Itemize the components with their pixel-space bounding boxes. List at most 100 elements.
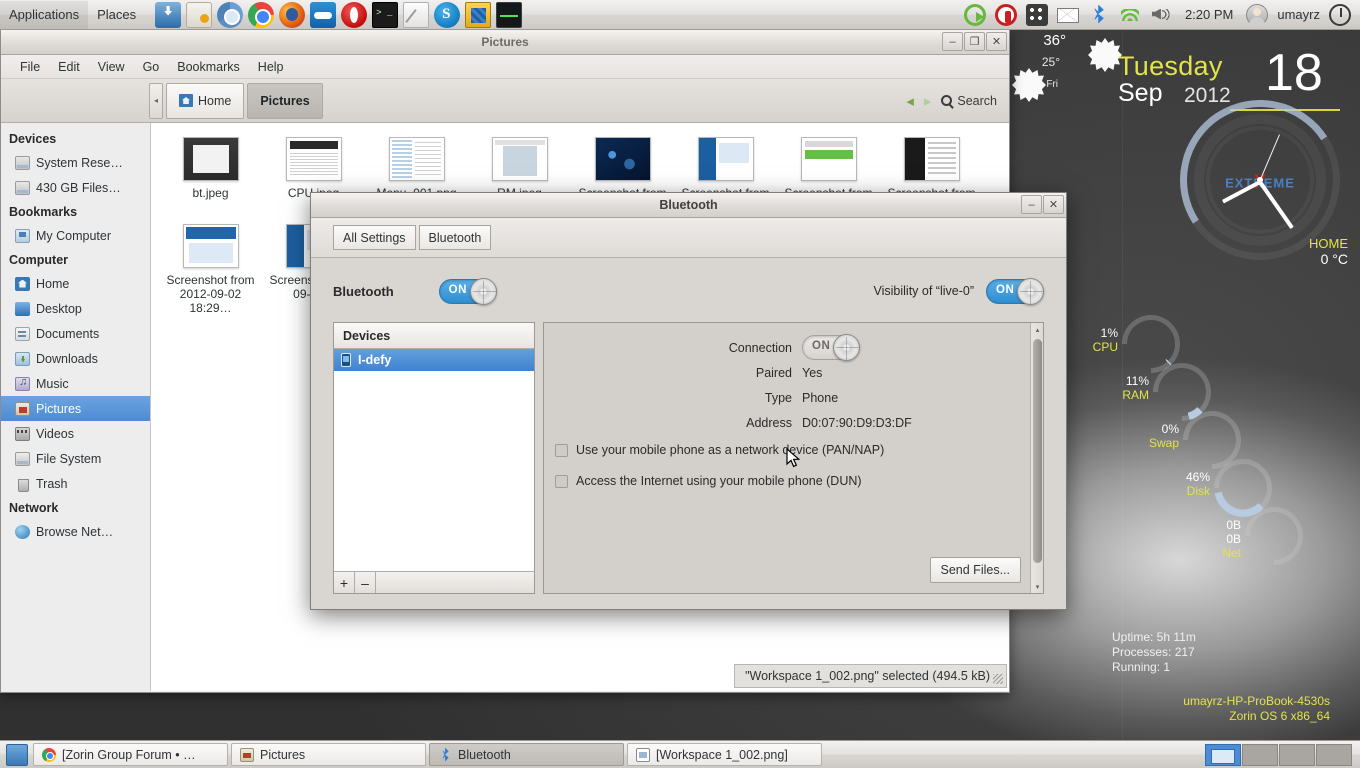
bluetooth-power-toggle[interactable]: ON <box>438 277 497 305</box>
software-center-icon[interactable] <box>186 1 213 28</box>
panel-menu-places[interactable]: Places <box>88 1 145 29</box>
back-arrow-icon[interactable]: ◂ <box>906 92 914 110</box>
sidebar-item-label: 430 GB Files… <box>36 180 121 195</box>
add-device-button[interactable]: + <box>334 572 355 593</box>
text-editor-icon[interactable] <box>403 1 430 28</box>
workspace-3[interactable] <box>1279 743 1315 766</box>
show-desktop-button[interactable] <box>6 743 28 766</box>
skype-icon[interactable] <box>434 1 461 28</box>
teamviewer-icon[interactable] <box>310 1 337 28</box>
shutdown-icon[interactable] <box>994 3 1017 26</box>
file-manager-pathbar: ◂ Home Pictures ◂ ▸ Search <box>1 79 1009 123</box>
download-manager-icon[interactable] <box>155 1 182 28</box>
user-avatar-icon[interactable] <box>1246 3 1269 26</box>
restart-icon[interactable] <box>963 3 986 26</box>
sidebar-item-desktop[interactable]: Desktop <box>1 296 150 321</box>
maximize-button[interactable]: ❐ <box>964 32 985 51</box>
bluetooth-power-state: ON <box>448 283 467 296</box>
menu-help[interactable]: Help <box>249 58 293 76</box>
bluetooth-close-button[interactable]: ✕ <box>1043 195 1064 214</box>
sidebar-item-label: Trash <box>36 476 68 491</box>
file-thumbnail <box>697 137 754 181</box>
firefox-icon[interactable] <box>279 1 306 28</box>
sidebar-item-trash[interactable]: Trash <box>1 471 150 496</box>
file-item[interactable]: bt.jpeg <box>159 133 262 220</box>
panel-clock[interactable]: 2:20 PM <box>1181 7 1237 22</box>
detail-row-type: Type Phone <box>544 385 1024 410</box>
volume-icon[interactable] <box>1150 4 1172 26</box>
resize-grip[interactable] <box>993 674 1003 684</box>
sidebar-item-videos[interactable]: Videos <box>1 421 150 446</box>
panel-username[interactable]: umayrz <box>1277 7 1320 22</box>
details-scrollbar[interactable]: ▴ ▾ <box>1030 323 1043 593</box>
scroll-up-arrow[interactable]: ▴ <box>1031 323 1044 336</box>
sidebar-item-file-system[interactable]: File System <box>1 446 150 471</box>
connection-toggle[interactable]: ON <box>802 334 860 361</box>
sidebar-item-system-reserved[interactable]: System Rese… <box>1 150 150 175</box>
taskbar-item-zorin-forum[interactable]: [Zorin Group Forum • … <box>33 743 228 766</box>
sidebar-item-430gb-filesystem[interactable]: 430 GB Files… <box>1 175 150 200</box>
music-icon <box>15 376 30 391</box>
workspace-4[interactable] <box>1316 743 1352 766</box>
remove-device-button[interactable]: – <box>355 572 376 593</box>
scroll-down-arrow[interactable]: ▾ <box>1031 580 1044 593</box>
wifi-icon[interactable] <box>1119 4 1141 26</box>
menu-go[interactable]: Go <box>134 58 169 76</box>
bluetooth-icon[interactable] <box>1088 4 1110 26</box>
drive-icon <box>15 155 30 170</box>
bluetooth-toolbar: All Settings Bluetooth <box>311 218 1066 258</box>
file-thumbnail <box>285 137 342 181</box>
sidebar-item-label: Desktop <box>36 301 82 316</box>
device-list-item[interactable]: I-defy <box>334 349 534 371</box>
taskbar-item-workspace-image[interactable]: [Workspace 1_002.png] <box>627 743 822 766</box>
bluetooth-content: Devices I-defy + – Connection ON Paired … <box>333 322 1044 594</box>
sidebar-item-my-computer[interactable]: My Computer <box>1 223 150 248</box>
menu-bookmarks[interactable]: Bookmarks <box>168 58 249 76</box>
close-button[interactable]: ✕ <box>986 32 1007 51</box>
app-grid-icon[interactable] <box>1025 3 1048 26</box>
sidebar-item-home[interactable]: Home <box>1 271 150 296</box>
sidebar-item-browse-network[interactable]: Browse Net… <box>1 519 150 544</box>
all-settings-button[interactable]: All Settings <box>333 225 416 250</box>
pan-nap-checkbox[interactable] <box>555 443 568 457</box>
sidebar-item-label: System Rese… <box>36 155 123 170</box>
mail-icon[interactable] <box>1056 8 1079 23</box>
launcher-group <box>155 1 523 28</box>
minimize-button[interactable]: – <box>942 32 963 51</box>
opera-icon[interactable] <box>341 1 368 28</box>
bluetooth-tab-button[interactable]: Bluetooth <box>418 225 492 250</box>
forward-arrow-icon[interactable]: ▸ <box>924 92 932 110</box>
power-icon[interactable] <box>1329 3 1351 26</box>
breadcrumb-pictures[interactable]: Pictures <box>247 82 323 119</box>
menu-view[interactable]: View <box>89 58 134 76</box>
taskbar-item-bluetooth[interactable]: Bluetooth <box>429 743 624 766</box>
panel-menu-applications[interactable]: Applications <box>0 0 89 29</box>
sidebar-item-pictures[interactable]: Pictures <box>1 396 150 421</box>
status-text: "Workspace 1_002.png" selected (494.5 kB… <box>745 669 990 683</box>
system-monitor-icon[interactable] <box>496 1 523 28</box>
breadcrumb-home[interactable]: Home <box>166 82 245 119</box>
workspace-2[interactable] <box>1242 743 1278 766</box>
bluetooth-minimize-button[interactable]: – <box>1021 195 1042 214</box>
terminal-icon[interactable] <box>372 1 399 28</box>
sidebar-item-music[interactable]: Music <box>1 371 150 396</box>
taskbar-item-pictures[interactable]: Pictures <box>231 743 426 766</box>
file-item[interactable]: Screenshot from 2012-09-02 18:29… <box>159 220 262 321</box>
sidebar-item-downloads[interactable]: Downloads <box>1 346 150 371</box>
pathbar-collapse-button[interactable]: ◂ <box>149 82 163 119</box>
visibility-toggle[interactable]: ON <box>986 277 1044 305</box>
sidebar-item-documents[interactable]: Documents <box>1 321 150 346</box>
workspace-1[interactable] <box>1205 743 1241 766</box>
send-files-button[interactable]: Send Files... <box>929 557 1021 583</box>
search-button[interactable]: Search <box>941 94 997 108</box>
workspace-switcher-icon[interactable] <box>465 1 492 28</box>
google-chrome-icon[interactable] <box>248 1 275 28</box>
scrollbar-thumb[interactable] <box>1033 339 1042 563</box>
devices-list[interactable]: I-defy <box>334 349 534 571</box>
menu-file[interactable]: File <box>11 58 49 76</box>
dun-checkbox[interactable] <box>555 474 568 488</box>
menu-edit[interactable]: Edit <box>49 58 89 76</box>
chromium-icon[interactable] <box>217 1 244 28</box>
detail-value-paired: Yes <box>802 365 823 380</box>
visibility-label: Visibility of “live-0” <box>873 284 975 298</box>
